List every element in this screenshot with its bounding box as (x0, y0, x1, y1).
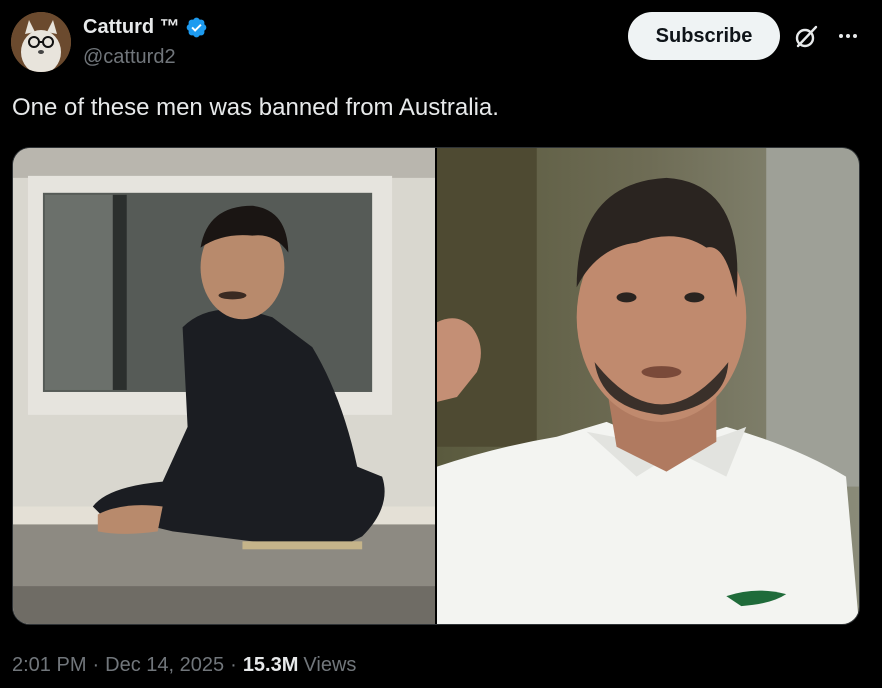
views-label: Views (303, 654, 357, 676)
views-count[interactable]: 15.3M (243, 654, 299, 677)
tweet-date[interactable]: Dec 14, 2025 (105, 654, 224, 677)
more-icon[interactable] (834, 22, 862, 50)
author-handle[interactable]: @catturd2 (83, 46, 176, 69)
separator-dot: · (230, 654, 237, 676)
media-grid (12, 147, 860, 625)
photo-left-image (13, 148, 435, 624)
tweet-meta: 2:01 PM · Dec 14, 2025 · 15.3M Views (12, 654, 356, 677)
photo-right[interactable] (437, 148, 859, 624)
verified-badge-icon (186, 17, 206, 37)
photo-right-image (437, 148, 859, 624)
grok-icon[interactable] (792, 23, 820, 51)
tweet-time[interactable]: 2:01 PM (12, 654, 86, 677)
author-name[interactable]: Catturd ™ (83, 16, 180, 39)
subscribe-button[interactable]: Subscribe (628, 12, 780, 60)
tweet-text: One of these men was banned from Austral… (12, 94, 499, 121)
separator-dot: · (92, 654, 100, 676)
photo-left[interactable] (13, 148, 435, 624)
author-name-row: Catturd ™ (83, 12, 208, 42)
avatar[interactable] (11, 12, 71, 72)
